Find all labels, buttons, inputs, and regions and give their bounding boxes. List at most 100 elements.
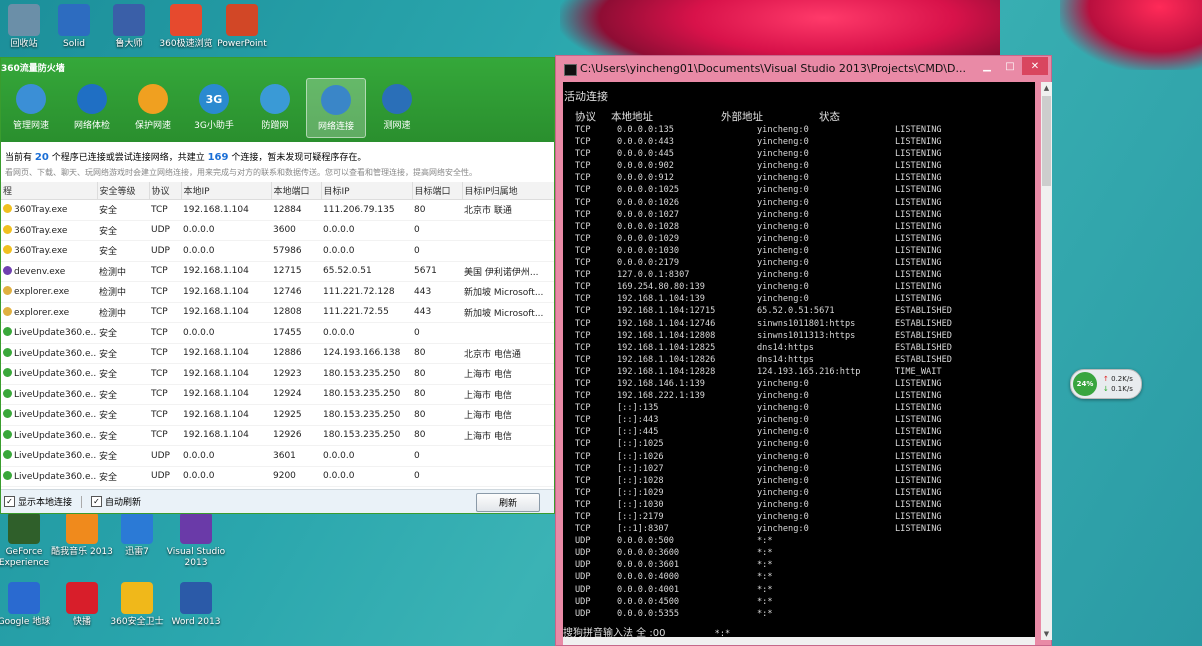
cmd-titlebar[interactable]: C:\Users\yincheng01\Documents\Visual Stu… xyxy=(556,56,1051,82)
table-row[interactable]: LiveUpdate360.e... 安全 TCP 192.168.1.104 1292… xyxy=(1,384,554,405)
tool-button[interactable]: 防蹭网 xyxy=(245,78,305,138)
console-line: TCP 192.168.222.1:139 yincheng:0 LISTENING xyxy=(563,390,1035,402)
console-field: *:* xyxy=(757,596,773,607)
table-row[interactable]: LiveUpdate360.e... 安全 TCP 192.168.1.104 1292… xyxy=(1,404,554,426)
table-row[interactable]: 360Tray.exe 安全 TCP 192.168.1.104 12884 111.20… xyxy=(1,199,554,221)
table-row[interactable]: explorer.exe 检测中 TCP 192.168.1.104 12746 111.… xyxy=(1,281,554,303)
console-field: TCP xyxy=(575,125,591,135)
table-header-row: 程安全等级 协议 本地IP 本地端口 目标IP 目标端口 目标IP归属地 xyxy=(1,182,554,200)
column-header[interactable]: 本地IP xyxy=(181,182,272,200)
column-header[interactable]: 安全等级 xyxy=(97,182,150,200)
table-row[interactable]: LiveUpdate360.e... 安全 TCP 0.0.0.0 17455 0.0.0… xyxy=(1,322,554,344)
tool-button[interactable]: 3G 3G小助手 xyxy=(184,78,244,138)
cell-local-ip: 192.168.1.104 xyxy=(181,281,271,303)
footer-divider xyxy=(81,495,83,508)
cell-proto: UDP xyxy=(149,240,181,262)
desktop-icon[interactable]: Visual Studio 2013 xyxy=(164,512,228,569)
column-header[interactable]: 目标端口 xyxy=(412,182,463,200)
maximize-button[interactable]: □ xyxy=(999,57,1021,75)
console-field: TCP xyxy=(575,463,591,474)
desktop-icon[interactable]: 360安全卫士 xyxy=(105,582,169,628)
table-row[interactable]: explorer.exe 检测中 TCP 192.168.1.104 12808 111.… xyxy=(1,302,554,323)
cell-remote-port: 443 xyxy=(412,281,462,303)
connection-table: 程安全等级 协议 本地IP 本地端口 目标IP 目标端口 目标IP归属地 360Tray.e… xyxy=(1,182,554,487)
desktop-icon[interactable]: 鲁大师 xyxy=(97,4,161,50)
console-line: TCP [::]:1028 yincheng:0 LISTENING xyxy=(563,475,1035,487)
desktop-icon[interactable]: 360极速浏览 xyxy=(154,4,218,50)
console-line: TCP [::]:1030 yincheng:0 LISTENING xyxy=(563,499,1035,511)
console-field: 0.0.0.0:3601 xyxy=(617,560,680,571)
column-header[interactable]: 本地端口 xyxy=(271,182,322,200)
cell-remote-port: 80 xyxy=(412,363,462,385)
refresh-button[interactable]: 刷新 xyxy=(476,493,540,512)
tool-button[interactable]: 保护网速 xyxy=(123,78,183,138)
console-field: yincheng:0 xyxy=(757,197,809,208)
console-line: TCP 192.168.1.104:12828 124.193.165.216:ht… xyxy=(563,366,1035,378)
network-speed-widget[interactable]: 24% ↑ 0.2K/s ↓ 0.1K/s xyxy=(1070,369,1142,399)
table-row[interactable]: LiveUpdate360.e... 安全 TCP 192.168.1.104 1288… xyxy=(1,343,554,364)
auto-refresh-checkbox[interactable]: ✓ xyxy=(91,496,103,507)
desktop-icon[interactable]: 迅雷7 xyxy=(105,512,169,558)
console-field: ESTABLISHED xyxy=(895,318,952,329)
col-proto: 协议 xyxy=(575,111,596,123)
console-field: UDP xyxy=(575,596,591,607)
cell-remote-port: 0 xyxy=(412,220,462,241)
scroll-thumb[interactable] xyxy=(1042,96,1051,186)
console-field: TCP xyxy=(575,306,591,317)
col-local: 本地地址 xyxy=(611,111,653,123)
scroll-down-arrow[interactable]: ▼ xyxy=(1041,628,1052,640)
console-field: TCP xyxy=(575,209,591,220)
console-field: UDP xyxy=(575,572,591,583)
word-icon xyxy=(180,582,212,614)
cell-level: 检测中 xyxy=(97,281,149,303)
cmd-app-icon[interactable] xyxy=(564,64,577,76)
cell-proto: TCP xyxy=(149,261,181,282)
cmd-console[interactable]: 活动连接 协议 本地地址 外部地址 状态 TCP 0.0.0.0:135 yinch… xyxy=(563,82,1035,640)
table-row[interactable]: 360Tray.exe 安全 UDP 0.0.0.0 57986 0.0.0.0 0 xyxy=(1,240,554,262)
table-row[interactable]: 360Tray.exe 安全 UDP 0.0.0.0 3600 0.0.0.0 0 xyxy=(1,220,554,241)
cell-remote-port: 0 xyxy=(412,322,462,344)
console-field: 0.0.0.0:4001 xyxy=(617,584,680,595)
table-row[interactable]: devenv.exe 检测中 TCP 192.168.1.104 12715 65.52.… xyxy=(1,261,554,282)
horizontal-scrollbar[interactable] xyxy=(563,637,1035,645)
table-row[interactable]: LiveUpdate360.e... 安全 UDP 0.0.0.0 3601 0.0.0.… xyxy=(1,445,554,467)
tool-button[interactable]: 测网速 xyxy=(367,78,427,138)
cell-program: explorer.exe xyxy=(1,281,97,303)
cell-proto: TCP xyxy=(149,363,181,385)
cell-local-ip: 192.168.1.104 xyxy=(181,261,271,282)
vertical-scrollbar[interactable]: ▲ ▼ xyxy=(1041,82,1052,640)
show-local-checkbox[interactable]: ✓ xyxy=(4,496,15,507)
lightning-shield-icon xyxy=(138,84,168,114)
connection-summary: 当前有 20 个程序已连接或尝试连接网络，共建立 169 个连接，暂未发现可疑程… xyxy=(1,142,554,163)
desktop-icon[interactable]: Google 地球 xyxy=(0,582,56,628)
tool-button[interactable]: 网络体检 xyxy=(62,78,122,138)
close-button[interactable]: ✕ xyxy=(1022,57,1048,75)
column-header[interactable]: 目标IP归属地 xyxy=(462,182,554,200)
desktop-icon[interactable]: GeForce Experience xyxy=(0,512,56,569)
table-row[interactable]: LiveUpdate360.e... 安全 TCP 192.168.1.104 1292… xyxy=(1,425,554,446)
console-column-headers: 协议 本地地址 外部地址 状态 xyxy=(563,111,1035,124)
tool-button[interactable]: 管理网速 xyxy=(1,78,61,138)
connection-table-viewport[interactable]: 程安全等级 协议 本地IP 本地端口 目标IP 目标端口 目标IP归属地 360Tray.e… xyxy=(1,182,554,506)
console-field: UDP xyxy=(575,560,591,571)
console-field: 0.0.0.0:1026 xyxy=(617,197,680,208)
cell-local-port: 12746 xyxy=(271,281,321,303)
tool-button[interactable]: 网络连接 xyxy=(306,78,366,138)
console-field: LISTENING xyxy=(895,524,942,535)
console-field: 0.0.0.0:2179 xyxy=(617,258,680,269)
minimize-button[interactable]: ▁ xyxy=(976,57,998,75)
console-field: yincheng:0 xyxy=(757,512,809,522)
desktop-icon[interactable]: Word 2013 xyxy=(164,582,228,628)
cell-local-port: 57986 xyxy=(271,240,321,262)
cell-location: 新加坡 Microsoft... xyxy=(462,302,554,323)
column-header[interactable]: 程 xyxy=(1,182,98,200)
table-row[interactable]: LiveUpdate360.e... 安全 UDP 0.0.0.0 9200 0.0.0.… xyxy=(1,466,554,487)
column-header[interactable]: 目标IP xyxy=(321,182,413,200)
scroll-up-arrow[interactable]: ▲ xyxy=(1041,82,1052,94)
table-row[interactable]: LiveUpdate360.e... 安全 TCP 192.168.1.104 1292… xyxy=(1,363,554,385)
desktop-icon[interactable]: PowerPoint xyxy=(210,4,274,50)
console-field: LISTENING xyxy=(895,391,942,402)
column-header[interactable]: 协议 xyxy=(149,182,182,200)
ludashi-icon xyxy=(113,4,145,36)
console-field: yincheng:0 xyxy=(757,475,809,486)
